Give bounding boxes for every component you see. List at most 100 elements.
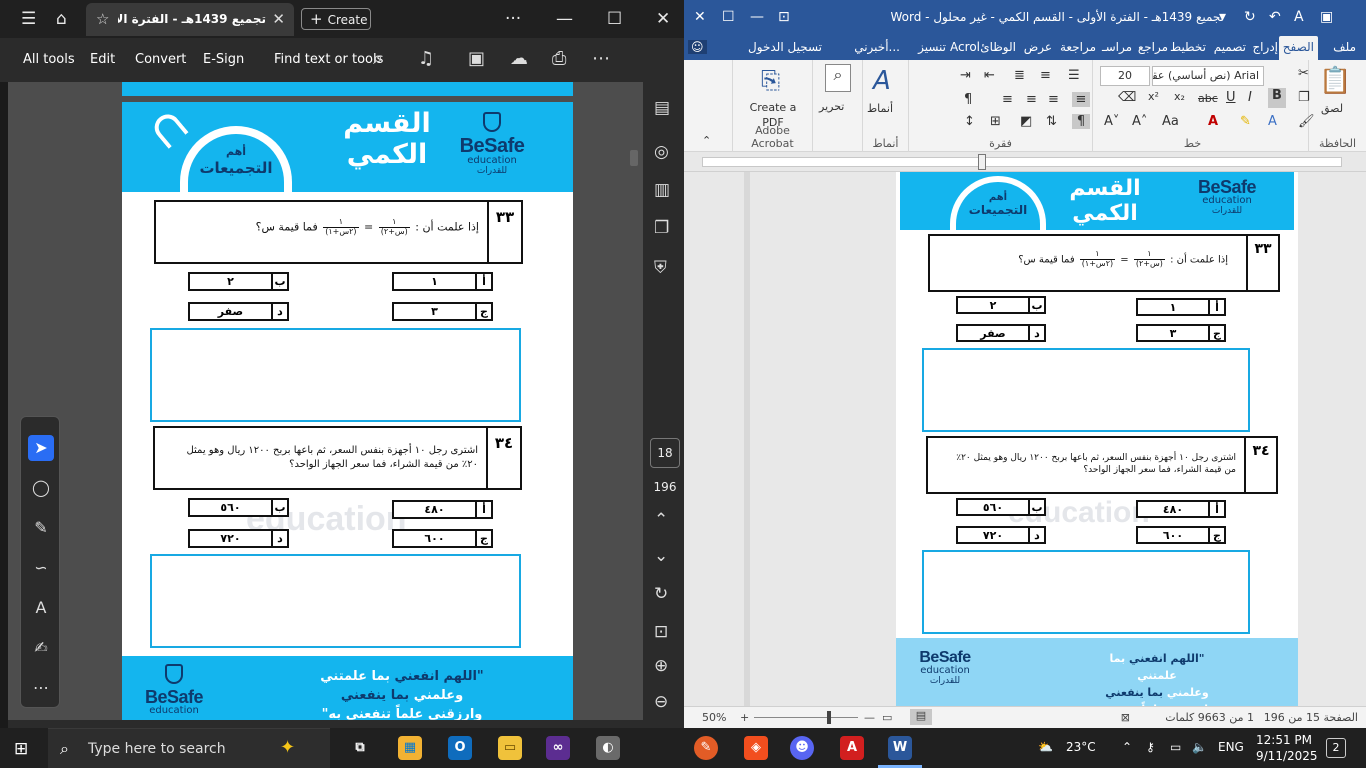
close-window-icon[interactable]: ✕ xyxy=(694,8,706,26)
tab-format[interactable]: تنسيز xyxy=(918,40,946,54)
numbering-icon[interactable]: ≡ xyxy=(1040,68,1051,83)
show-marks-button[interactable]: ¶ xyxy=(1072,114,1090,129)
tab-view[interactable]: عرض xyxy=(1024,40,1052,54)
minimize-icon[interactable]: — xyxy=(750,8,764,26)
draw-freehand-icon[interactable]: ∽ xyxy=(28,555,54,581)
italic-button[interactable]: I xyxy=(1248,90,1252,105)
tab-references[interactable]: مراجع xyxy=(1138,40,1168,54)
taskbar-clock[interactable]: 12:51 PM 9/11/2025 xyxy=(1256,732,1318,764)
subscript-button[interactable]: x₂ xyxy=(1174,90,1185,103)
find-text-button[interactable]: Find text or tools xyxy=(274,52,383,67)
figma-icon[interactable]: ◈ xyxy=(744,736,768,760)
word-q33-answer-box[interactable] xyxy=(922,348,1250,432)
word-q34-option-a[interactable]: أ ٤٨٠ xyxy=(1136,500,1226,518)
copy-pages-icon[interactable]: ❐ xyxy=(654,218,669,238)
font-size-dropdown[interactable]: 20 xyxy=(1100,66,1150,86)
word-taskbar-icon[interactable]: W xyxy=(888,736,912,760)
ruler-indent-marker[interactable] xyxy=(978,154,986,170)
network-icon[interactable]: ▭ xyxy=(1170,740,1181,754)
web-layout-icon[interactable]: ▭ xyxy=(882,711,892,724)
q34-option-d[interactable]: د ٧٢٠ xyxy=(188,529,289,548)
status-page[interactable]: الصفحة 15 من 196 xyxy=(1264,711,1358,724)
tab-layout[interactable]: تخطيط xyxy=(1170,40,1206,54)
visual-studio-icon[interactable]: ∞ xyxy=(546,736,570,760)
input-language[interactable]: ENG xyxy=(1218,740,1244,754)
find-editing-icon[interactable]: ⌕ xyxy=(825,64,851,92)
microsoft-store-icon[interactable]: ▦ xyxy=(398,736,422,760)
more-tools-icon[interactable]: ⋯ xyxy=(592,48,610,69)
multilevel-list-icon[interactable]: ≣ xyxy=(1014,68,1025,83)
tab-mailings[interactable]: مراسـ xyxy=(1102,40,1132,54)
format-painter-icon[interactable]: 🖌 xyxy=(1298,114,1315,129)
taskbar-search-box[interactable]: ⌕ Type here to search ✦ xyxy=(48,728,330,768)
windows-start-icon[interactable]: ⊞ xyxy=(14,739,28,759)
word-q34-answer-box[interactable] xyxy=(922,550,1250,634)
undo-icon[interactable]: ↶ xyxy=(1269,8,1281,26)
q33-answer-box[interactable] xyxy=(150,328,521,422)
tab-insert[interactable]: إدراج xyxy=(1252,40,1278,54)
word-q33-option-c[interactable]: ج٣ xyxy=(1136,324,1226,342)
vpn-icon[interactable]: ⚷ xyxy=(1146,740,1155,754)
create-pdf-icon[interactable]: ⎘ xyxy=(761,66,780,94)
sort-icon[interactable]: ⇅ xyxy=(1046,114,1057,129)
maximize-icon[interactable]: ☐ xyxy=(607,9,622,29)
chat-ai-icon[interactable]: ◎ xyxy=(654,142,669,162)
zoom-slider-thumb[interactable] xyxy=(827,711,831,724)
notification-center-icon[interactable]: 2 xyxy=(1326,738,1346,758)
strikethrough-button[interactable]: abc xyxy=(1198,92,1218,105)
paste-label[interactable]: لصق xyxy=(1321,102,1343,115)
weather-temp[interactable]: 23°C xyxy=(1066,740,1096,754)
q33-option-c[interactable]: ج٣ xyxy=(392,302,493,321)
upload-cloud-icon[interactable]: ☁ xyxy=(510,48,528,69)
page-fit-icon[interactable]: ⊡ xyxy=(654,622,668,642)
line-spacing-icon[interactable]: ↕ xyxy=(964,114,975,129)
zoom-out-button[interactable]: — xyxy=(864,711,875,724)
save-icon[interactable]: ▣ xyxy=(468,48,485,69)
select-cursor-icon[interactable]: ➤ xyxy=(28,435,54,461)
word-q34-option-b[interactable]: ب ٥٦٠ xyxy=(956,498,1046,516)
decrease-indent-icon[interactable]: ⇤ xyxy=(984,68,995,83)
repeat-icon[interactable]: ↻ xyxy=(1244,8,1256,26)
star-icon[interactable]: ☆ xyxy=(96,10,109,28)
q34-option-c[interactable]: ج ٦٠٠ xyxy=(392,529,493,548)
volume-icon[interactable]: 🔈 xyxy=(1192,740,1207,754)
q33-option-b[interactable]: ب٢ xyxy=(188,272,289,291)
change-case-icon[interactable]: Aa xyxy=(1162,114,1179,129)
tab-addins[interactable]: الوظائ xyxy=(980,40,1016,54)
file-explorer-icon[interactable]: ▭ xyxy=(498,736,522,760)
page-number-input[interactable]: 18 xyxy=(650,438,680,468)
highlight-color-icon[interactable]: ✎ xyxy=(1240,114,1251,129)
tab-acrobat[interactable]: Acrol xyxy=(950,40,980,54)
word-q34-option-d[interactable]: د ٧٢٠ xyxy=(956,526,1046,544)
text-effects-icon[interactable]: A xyxy=(1268,114,1277,129)
add-comment-icon[interactable]: ◯ xyxy=(28,475,54,501)
close-window-icon[interactable]: ✕ xyxy=(656,9,670,29)
tray-overflow-icon[interactable]: ⌃ xyxy=(1122,740,1132,754)
q34-option-b[interactable]: ب ٥٦٠ xyxy=(188,498,289,517)
outlook-icon[interactable]: O xyxy=(448,736,472,760)
editing-label[interactable]: تحرير xyxy=(819,100,844,113)
format-painter-qat-icon[interactable]: A xyxy=(1294,8,1304,26)
bookmark-icon[interactable]: ▥ xyxy=(654,180,670,200)
vertical-scrollbar-thumb[interactable] xyxy=(630,150,638,166)
print-icon[interactable]: ⎙ xyxy=(552,48,566,69)
discord-icon[interactable]: ☻ xyxy=(790,736,814,760)
shading-icon[interactable]: ◩ xyxy=(1020,114,1032,129)
hamburger-menu-icon[interactable]: ☰ xyxy=(21,9,36,29)
share-button[interactable]: ☺ xyxy=(688,40,707,54)
word-q33-option-d[interactable]: د صفر xyxy=(956,324,1046,342)
zoom-out-icon[interactable]: ⊖ xyxy=(654,692,668,712)
tab-file[interactable]: ملف xyxy=(1333,40,1356,54)
horizontal-ruler[interactable] xyxy=(684,152,1366,172)
document-tab[interactable]: ☆ تجميع 1439هـ - الفترة الأولى .. ✕ xyxy=(86,3,294,36)
bullets-icon[interactable]: ☰ xyxy=(1068,68,1080,83)
tab-design[interactable]: تصميم xyxy=(1214,40,1246,54)
task-view-icon[interactable]: ⧉ xyxy=(348,736,372,760)
cut-icon[interactable]: ✂ xyxy=(1298,66,1309,81)
clear-format-icon[interactable]: ⌫ xyxy=(1118,90,1136,105)
tab-home[interactable]: الصفح xyxy=(1278,36,1318,60)
word-document-canvas[interactable]: القسم الكمي أهم التجميعات BeSafe educati… xyxy=(684,172,1366,706)
protect-icon[interactable]: ⛨ xyxy=(654,258,667,278)
align-left-button[interactable]: ≡ xyxy=(1026,92,1037,107)
more-tools-palette-icon[interactable]: ⋯ xyxy=(28,675,54,701)
